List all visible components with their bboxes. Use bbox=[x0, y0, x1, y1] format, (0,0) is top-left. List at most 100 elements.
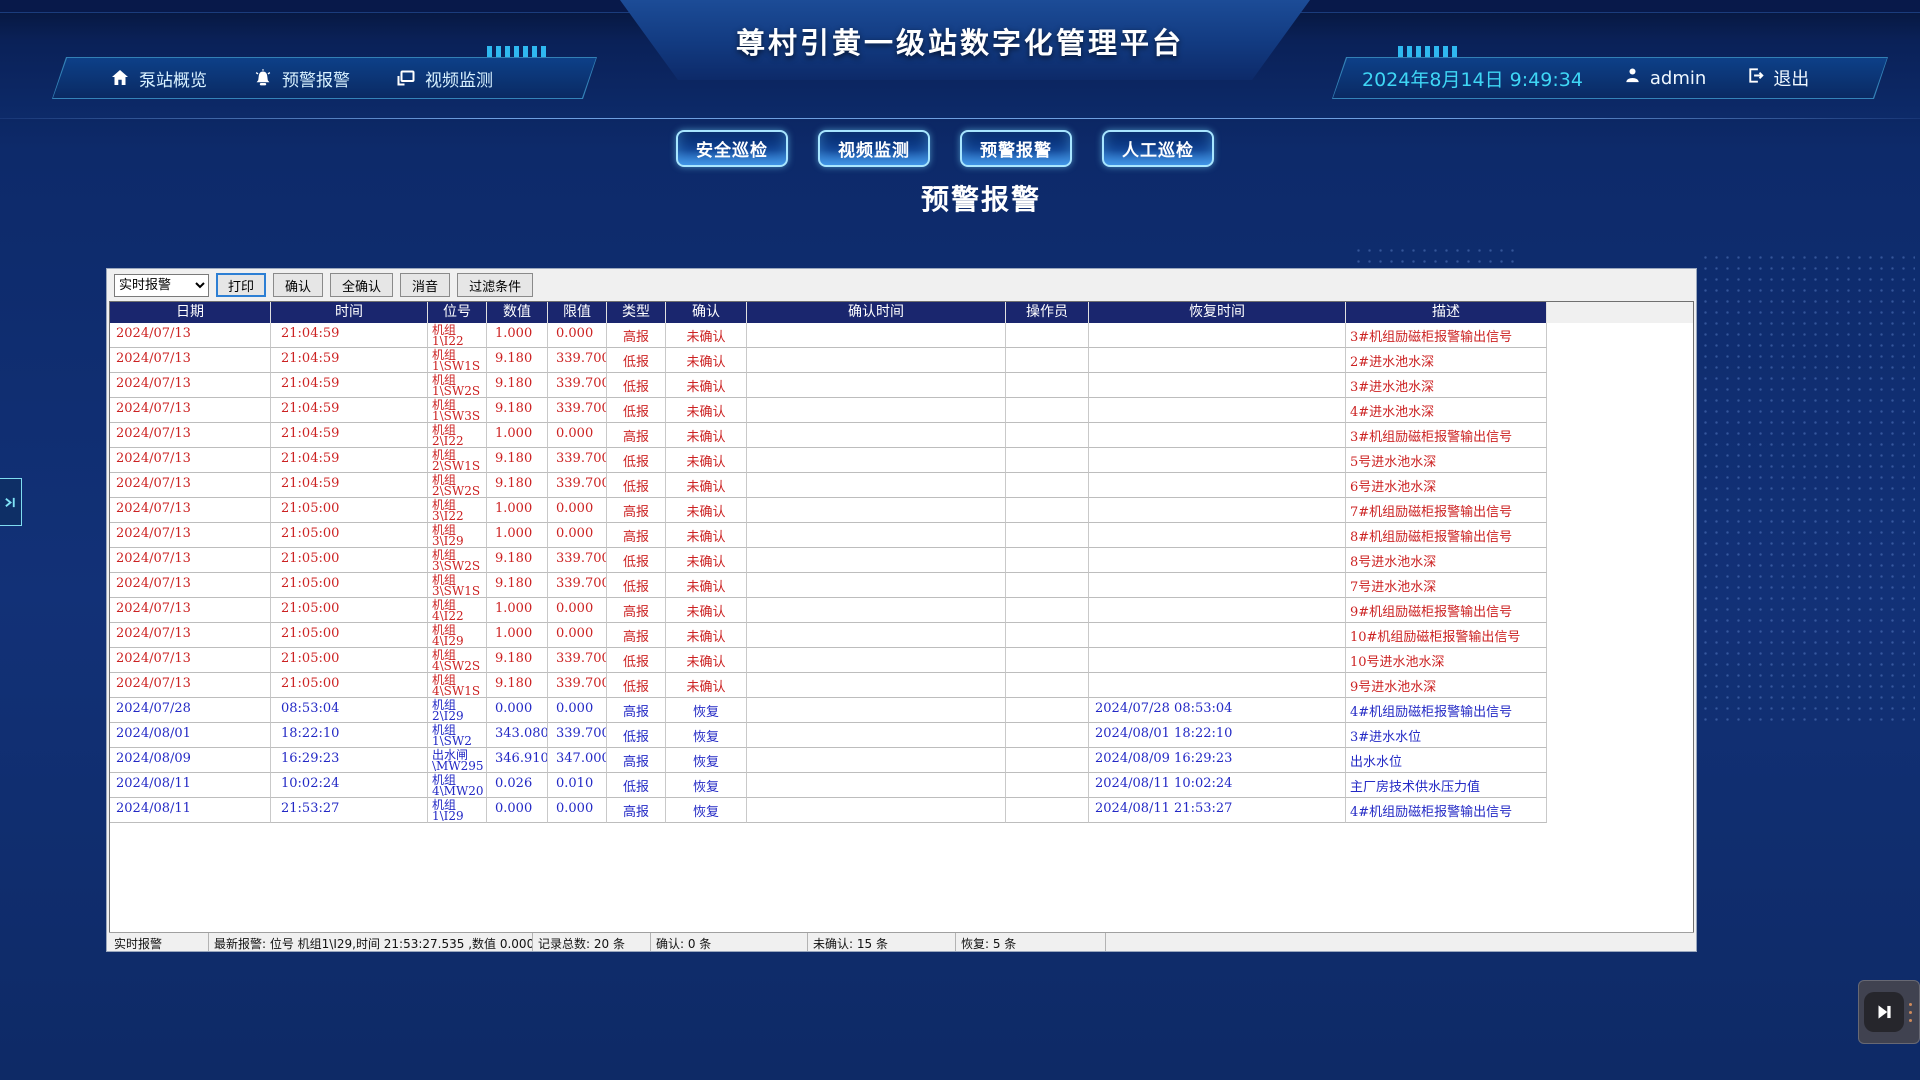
alarm-row[interactable]: 2024/08/0118:22:10机组1\SW2343.080339.700低… bbox=[110, 723, 1693, 748]
cell-recover_time: 2024/08/09 16:29:23 bbox=[1089, 748, 1346, 773]
alarm-row[interactable]: 2024/08/1110:02:24机组4\MW200.0260.010低报恢复… bbox=[110, 773, 1693, 798]
alarm-row[interactable]: 2024/08/1121:53:27机组1\I290.0000.000高报恢复2… bbox=[110, 798, 1693, 823]
home-icon bbox=[110, 68, 130, 88]
datetime-text: 2024年8月14日 9:49:34 bbox=[1362, 65, 1583, 92]
quick-button-video-monitor[interactable]: 视频监测 bbox=[818, 130, 930, 167]
alarm-row[interactable]: 2024/07/1321:05:00机组3\I291.0000.000高报未确认… bbox=[110, 523, 1693, 548]
alarm-row[interactable]: 2024/07/1321:05:00机组3\SW1S9.180339.700低报… bbox=[110, 573, 1693, 598]
nav-item-video-monitor[interactable]: 视频监测 bbox=[396, 66, 493, 91]
cell-desc: 5号进水池水深 bbox=[1346, 448, 1547, 473]
alarm-row[interactable]: 2024/07/1321:05:00机组4\I291.0000.000高报未确认… bbox=[110, 623, 1693, 648]
tag-line2: 2\I22 bbox=[432, 436, 486, 447]
alarm-page: { "header": { "title": "尊村引黄一级站数字化管理平台",… bbox=[0, 0, 1920, 1080]
alarm-row[interactable]: 2024/07/1321:04:59机组1\I221.0000.000高报未确认… bbox=[110, 323, 1693, 348]
alarm-row[interactable]: 2024/08/0916:29:23出水闸\MW295346.910347.00… bbox=[110, 748, 1693, 773]
cell-ack: 恢复 bbox=[666, 773, 747, 798]
column-header: 位号 bbox=[428, 302, 487, 323]
cell-ack_time bbox=[747, 398, 1006, 423]
cell-type: 低报 bbox=[607, 448, 666, 473]
row-filler bbox=[1547, 573, 1693, 598]
cell-ack_time bbox=[747, 698, 1006, 723]
row-filler bbox=[1547, 673, 1693, 698]
alarm-row[interactable]: 2024/07/1321:05:00机组4\I221.0000.000高报未确认… bbox=[110, 598, 1693, 623]
logout-label: 退出 bbox=[1773, 65, 1809, 91]
cell-limit: 0.000 bbox=[548, 523, 607, 548]
alarm-row[interactable]: 2024/07/1321:04:59机组2\I221.0000.000高报未确认… bbox=[110, 423, 1693, 448]
alarm-row[interactable]: 2024/07/1321:05:00机组3\I221.0000.000高报未确认… bbox=[110, 498, 1693, 523]
cell-limit: 0.000 bbox=[548, 798, 607, 823]
cell-operator bbox=[1006, 698, 1089, 723]
cell-operator bbox=[1006, 373, 1089, 398]
alarm-row[interactable]: 2024/07/1321:05:00机组4\SW2S9.180339.700低报… bbox=[110, 648, 1693, 673]
quick-button-manual-inspection[interactable]: 人工巡检 bbox=[1102, 130, 1214, 167]
cell-date: 2024/08/09 bbox=[110, 748, 271, 773]
user-menu[interactable]: admin bbox=[1623, 66, 1706, 90]
cell-tag: 机组1\SW3S bbox=[428, 398, 487, 423]
cell-limit: 339.700 bbox=[548, 573, 607, 598]
alarm-row[interactable]: 2024/07/1321:04:59机组1\SW3S9.180339.700低报… bbox=[110, 398, 1693, 423]
toolbar-button-ack-all[interactable]: 全确认 bbox=[330, 273, 393, 297]
cell-time: 21:04:59 bbox=[271, 323, 428, 348]
cell-limit: 0.000 bbox=[548, 598, 607, 623]
cell-value: 9.180 bbox=[487, 673, 548, 698]
toolbar-button-print[interactable]: 打印 bbox=[216, 273, 266, 297]
cell-type: 高报 bbox=[607, 698, 666, 723]
cell-tag: 机组1\SW2S bbox=[428, 373, 487, 398]
cell-type: 低报 bbox=[607, 548, 666, 573]
cell-desc: 2#进水池水深 bbox=[1346, 348, 1547, 373]
logout-button[interactable]: 退出 bbox=[1746, 65, 1809, 91]
cell-recover_time: 2024/08/01 18:22:10 bbox=[1089, 723, 1346, 748]
cell-tag: 机组3\I22 bbox=[428, 498, 487, 523]
expand-panel-icon bbox=[4, 496, 17, 509]
cell-ack_time bbox=[747, 323, 1006, 348]
cell-time: 21:04:59 bbox=[271, 348, 428, 373]
alarm-row[interactable]: 2024/07/1321:05:00机组3\SW2S9.180339.700低报… bbox=[110, 548, 1693, 573]
cell-desc: 7号进水池水深 bbox=[1346, 573, 1547, 598]
alarm-row[interactable]: 2024/07/1321:04:59机组2\SW1S9.180339.700低报… bbox=[110, 448, 1693, 473]
alarm-row[interactable]: 2024/07/2808:53:04机组2\I290.0000.000高报恢复2… bbox=[110, 698, 1693, 723]
cell-operator bbox=[1006, 323, 1089, 348]
row-filler bbox=[1547, 473, 1693, 498]
toolbar-button-mute[interactable]: 消音 bbox=[400, 273, 450, 297]
cell-date: 2024/07/13 bbox=[110, 348, 271, 373]
quick-button-safety-inspection[interactable]: 安全巡检 bbox=[676, 130, 788, 167]
column-header: 数值 bbox=[487, 302, 548, 323]
nav-item-alarm-warning[interactable]: 预警报警 bbox=[253, 66, 350, 91]
tag-line2: 3\I29 bbox=[432, 536, 486, 547]
cell-type: 低报 bbox=[607, 773, 666, 798]
status-unack-count: 未确认: 15 条 bbox=[808, 933, 956, 951]
cell-tag: 机组1\SW1S bbox=[428, 348, 487, 373]
alarm-row[interactable]: 2024/07/1321:04:59机组1\SW2S9.180339.700低报… bbox=[110, 373, 1693, 398]
column-header: 确认 bbox=[666, 302, 747, 323]
cell-value: 1.000 bbox=[487, 598, 548, 623]
cell-ack: 恢复 bbox=[666, 748, 747, 773]
floating-assistant-widget[interactable] bbox=[1858, 980, 1920, 1044]
alarm-mode-select[interactable]: 实时报警 bbox=[114, 274, 209, 297]
cell-tag: 机组4\SW1S bbox=[428, 673, 487, 698]
cell-time: 21:04:59 bbox=[271, 398, 428, 423]
cell-type: 高报 bbox=[607, 423, 666, 448]
cell-value: 0.000 bbox=[487, 698, 548, 723]
nav-item-pump-station-overview[interactable]: 泵站概览 bbox=[110, 66, 207, 91]
tick-mark bbox=[514, 46, 519, 57]
cell-desc: 3#机组励磁柜报警输出信号 bbox=[1346, 323, 1547, 348]
cell-desc: 7#机组励磁柜报警输出信号 bbox=[1346, 498, 1547, 523]
toolbar-button-filter[interactable]: 过滤条件 bbox=[457, 273, 533, 297]
cell-limit: 339.700 bbox=[548, 448, 607, 473]
cell-time: 18:22:10 bbox=[271, 723, 428, 748]
cell-value: 9.180 bbox=[487, 573, 548, 598]
cell-operator bbox=[1006, 798, 1089, 823]
cell-recover_time bbox=[1089, 623, 1346, 648]
cell-recover_time: 2024/07/28 08:53:04 bbox=[1089, 698, 1346, 723]
grid-status-bar: 实时报警最新报警: 位号 机组1\I29,时间 21:53:27.535 ,数值… bbox=[109, 932, 1694, 951]
expand-side-panel-button[interactable] bbox=[0, 478, 22, 526]
alarm-row[interactable]: 2024/07/1321:05:00机组4\SW1S9.180339.700低报… bbox=[110, 673, 1693, 698]
alarm-row[interactable]: 2024/07/1321:04:59机组1\SW1S9.180339.700低报… bbox=[110, 348, 1693, 373]
cell-operator bbox=[1006, 773, 1089, 798]
cell-type: 高报 bbox=[607, 523, 666, 548]
cell-ack_time bbox=[747, 723, 1006, 748]
alarm-row[interactable]: 2024/07/1321:04:59机组2\SW2S9.180339.700低报… bbox=[110, 473, 1693, 498]
toolbar-button-ack[interactable]: 确认 bbox=[273, 273, 323, 297]
cell-value: 9.180 bbox=[487, 448, 548, 473]
quick-button-alarm-warning[interactable]: 预警报警 bbox=[960, 130, 1072, 167]
